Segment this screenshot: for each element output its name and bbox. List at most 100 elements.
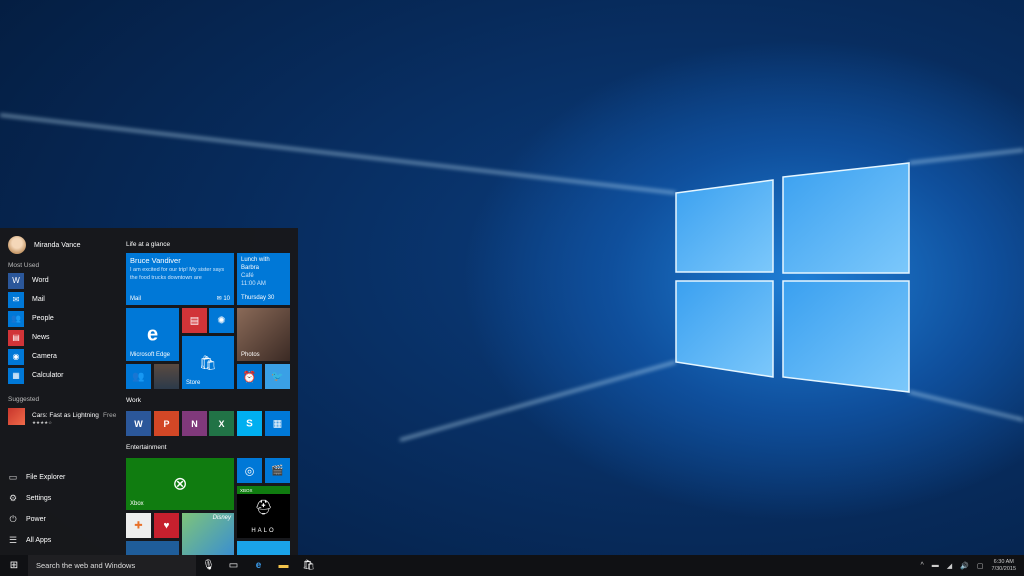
edge-taskbar-button[interactable]: e — [246, 555, 271, 576]
file-explorer-taskbar-button[interactable]: ▬ — [271, 555, 296, 576]
mail-icon: ✉ — [8, 291, 24, 308]
most-used-word[interactable]: W Word — [8, 272, 120, 289]
tile-label: Store — [186, 380, 201, 386]
store-tile[interactable]: 🛍 Store — [182, 336, 234, 389]
excel-tile[interactable]: X — [209, 411, 234, 436]
battery-icon[interactable]: ▬ — [932, 562, 939, 569]
windows-icon: ⊞ — [9, 560, 19, 571]
file-explorer-icon: ▭ — [8, 472, 18, 482]
most-used-heading: Most Used — [8, 262, 40, 269]
game-tile[interactable] — [126, 541, 179, 555]
calculator-tile[interactable]: ▦ — [265, 411, 290, 436]
tunein-tile[interactable]: ✚ — [126, 513, 151, 538]
calendar-tile[interactable]: Lunch with Barbra Café 11:00 AM Thursday… — [237, 253, 290, 305]
tips-tile[interactable]: ✺ — [209, 308, 234, 333]
system-tray: ^ ▬ ◢ 🔊 ▢ 6:30 AM 7/30/2015 — [921, 555, 1024, 576]
xbox-icon: ⊗ — [172, 473, 188, 494]
show-hidden-icons-chevron-up-icon[interactable]: ^ — [921, 562, 924, 569]
group-life-at-a-glance: Life at a glance — [126, 241, 171, 248]
most-used-calculator[interactable]: ▦ Calculator — [8, 367, 120, 384]
most-used-mail[interactable]: ✉ Mail — [8, 291, 120, 308]
frozen-game-tile[interactable]: Disney — [182, 513, 234, 555]
photos-tile[interactable]: Photos — [237, 308, 290, 361]
xbox-badge: XBOX — [237, 486, 290, 494]
groove-music-tile[interactable]: ◎ — [237, 458, 262, 483]
news-icon: ▤ — [8, 329, 24, 346]
most-used-camera[interactable]: ◉ Camera — [8, 348, 120, 365]
group-work: Work — [126, 397, 142, 404]
skype-icon: S — [246, 418, 253, 429]
news-tile[interactable]: ▤ — [182, 308, 207, 333]
microphone-button[interactable]: 🎙 — [196, 555, 221, 576]
edge-icon: e — [146, 323, 159, 345]
onenote-icon: N — [191, 418, 198, 429]
blue-tile[interactable] — [237, 541, 290, 555]
calculator-icon: ▦ — [272, 418, 283, 429]
word-tile[interactable]: W — [126, 411, 151, 436]
word-icon: W — [134, 418, 143, 429]
news-icon: ▤ — [189, 315, 200, 326]
halo-tile[interactable]: XBOX ⛑ HALO — [237, 486, 290, 538]
app-label: News — [32, 334, 50, 341]
store-icon: 🛍 — [199, 354, 217, 370]
xbox-tile[interactable]: ⊗ Xbox — [126, 458, 234, 510]
edge-icon: e — [255, 560, 262, 571]
alarm-clock-icon: ⏰ — [242, 371, 257, 383]
power-icon: ⏻ — [9, 514, 17, 524]
suggested-heading: Suggested — [8, 396, 40, 403]
microphone-icon: 🎙 — [202, 560, 215, 571]
mail-tile[interactable]: Bruce Vandiver I am excited for our trip… — [126, 253, 234, 305]
group-entertainment: Entertainment — [126, 444, 167, 451]
people-icon: 👥 — [132, 371, 145, 382]
onenote-tile[interactable]: N — [182, 411, 207, 436]
button-label: Power — [26, 516, 46, 523]
suggested-app[interactable]: Cars: Fast as Lightning ★★★★☆ Free — [8, 408, 120, 426]
calendar-time: 11:00 AM — [241, 281, 266, 287]
start-button[interactable]: ⊞ — [0, 555, 28, 576]
people-tile[interactable]: 👥 — [126, 364, 151, 389]
folder-icon: ▬ — [278, 560, 289, 571]
disney-logo: Disney — [212, 515, 231, 521]
settings-button[interactable]: ⚙ Settings — [8, 493, 51, 504]
button-label: Settings — [26, 495, 52, 502]
user-name: Miranda Vance — [34, 241, 81, 249]
app-label: Word — [32, 277, 49, 284]
excel-icon: X — [218, 418, 225, 429]
halo-helmet-icon: ⛑ — [254, 499, 273, 515]
edge-tile[interactable]: e Microsoft Edge — [126, 308, 179, 361]
volume-icon[interactable]: 🔊 — [960, 562, 969, 570]
groove-icon: ◎ — [244, 465, 255, 477]
user-account[interactable]: Miranda Vance — [8, 236, 81, 254]
store-taskbar-button[interactable]: 🛍 — [296, 555, 321, 576]
twitter-tile[interactable]: 🐦 — [265, 364, 290, 389]
network-icon[interactable]: ◢ — [947, 562, 952, 570]
people-icon: 👥 — [8, 310, 24, 327]
taskbar: ⊞ Search the web and Windows 🎙 ▭ e ▬ 🛍 ^… — [0, 555, 1024, 576]
powerpoint-icon: P — [163, 418, 170, 429]
most-used-people[interactable]: 👥 People — [8, 310, 120, 327]
settings-icon: ⚙ — [8, 493, 18, 503]
lightbulb-icon: ✺ — [217, 315, 226, 326]
halo-logo-text: HALO — [251, 528, 276, 534]
word-icon: W — [8, 272, 24, 289]
clock[interactable]: 6:30 AM 7/30/2015 — [992, 559, 1016, 573]
power-button[interactable]: ⏻ Power — [8, 514, 46, 525]
movies-tv-tile[interactable]: 🎬 — [265, 458, 290, 483]
most-used-news[interactable]: ▤ News — [8, 329, 120, 346]
rating-stars: ★★★★☆ — [32, 420, 53, 425]
tunein-icon: ✚ — [134, 520, 143, 531]
contact-photo-tile[interactable] — [154, 364, 179, 389]
skype-tile[interactable]: S — [237, 411, 262, 436]
task-view-button[interactable]: ▭ — [221, 555, 246, 576]
avatar — [8, 236, 26, 254]
clapperboard-icon: 🎬 — [271, 465, 284, 476]
file-explorer-button[interactable]: ▭ File Explorer — [8, 472, 66, 483]
app-label: Camera — [32, 353, 57, 360]
alarms-tile[interactable]: ⏰ — [237, 364, 262, 389]
iheartradio-tile[interactable]: ♥ — [154, 513, 179, 538]
all-apps-icon: ☰ — [8, 535, 18, 545]
all-apps-button[interactable]: ☰ All Apps — [8, 535, 51, 546]
search-box[interactable]: Search the web and Windows — [28, 555, 196, 576]
powerpoint-tile[interactable]: P — [154, 411, 179, 436]
action-center-icon[interactable]: ▢ — [977, 562, 984, 570]
